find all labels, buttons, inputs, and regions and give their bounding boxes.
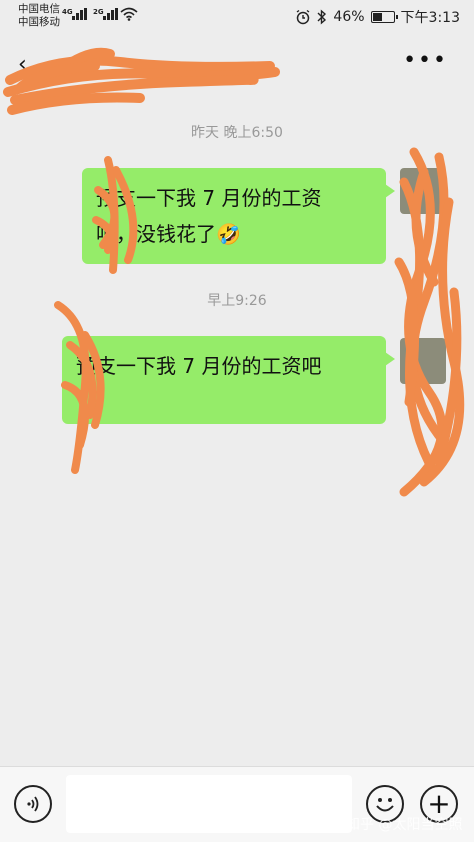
clock: 下午3:13 [400, 10, 460, 26]
message-input[interactable] [66, 775, 352, 833]
signal-icon [72, 8, 87, 20]
message-bubble-1[interactable]: 预支一下我 7 月份的工资 吧，没钱花了🤣 [82, 168, 395, 264]
alarm-icon [297, 9, 310, 25]
voice-button[interactable] [14, 785, 52, 823]
more-options-icon[interactable]: ••• [403, 48, 448, 73]
message-1-line-2: 吧，没钱花了🤣 [96, 222, 241, 246]
status-bar: 中国电信 中国移动 4G 2G 46% 下午3:13 [0, 0, 474, 34]
avatar[interactable] [400, 168, 446, 214]
status-right: 46% 下午3:13 [295, 7, 460, 27]
wifi-icon [120, 7, 138, 21]
battery-percent: 46% [333, 9, 365, 25]
carrier-2: 中国移动 [18, 16, 60, 28]
carrier-labels: 中国电信 中国移动 [18, 3, 60, 29]
chat-header: ‹ 一 ••• [0, 34, 474, 96]
voice-icon [27, 796, 39, 812]
message-bubble-2[interactable]: 预支一下我 7 月份的工资吧 [62, 336, 395, 424]
bluetooth-icon [317, 9, 327, 25]
timestamp-1: 昨天 晚上6:50 [191, 125, 283, 141]
carrier-1: 中国电信 [18, 3, 60, 15]
message-2-line-1: 预支一下我 7 月份的工资吧 [76, 354, 322, 378]
avatar-2[interactable] [400, 338, 446, 384]
timestamp-2: 早上9:26 [207, 293, 267, 309]
chat-title: 一 [56, 56, 79, 81]
message-1-line-1: 预支一下我 7 月份的工资 [96, 186, 322, 210]
back-icon[interactable]: ‹ [18, 52, 27, 77]
signal-icon-2 [103, 8, 118, 20]
watermark: 知乎 @太阳当空照 [346, 817, 463, 833]
battery-icon [370, 11, 398, 23]
